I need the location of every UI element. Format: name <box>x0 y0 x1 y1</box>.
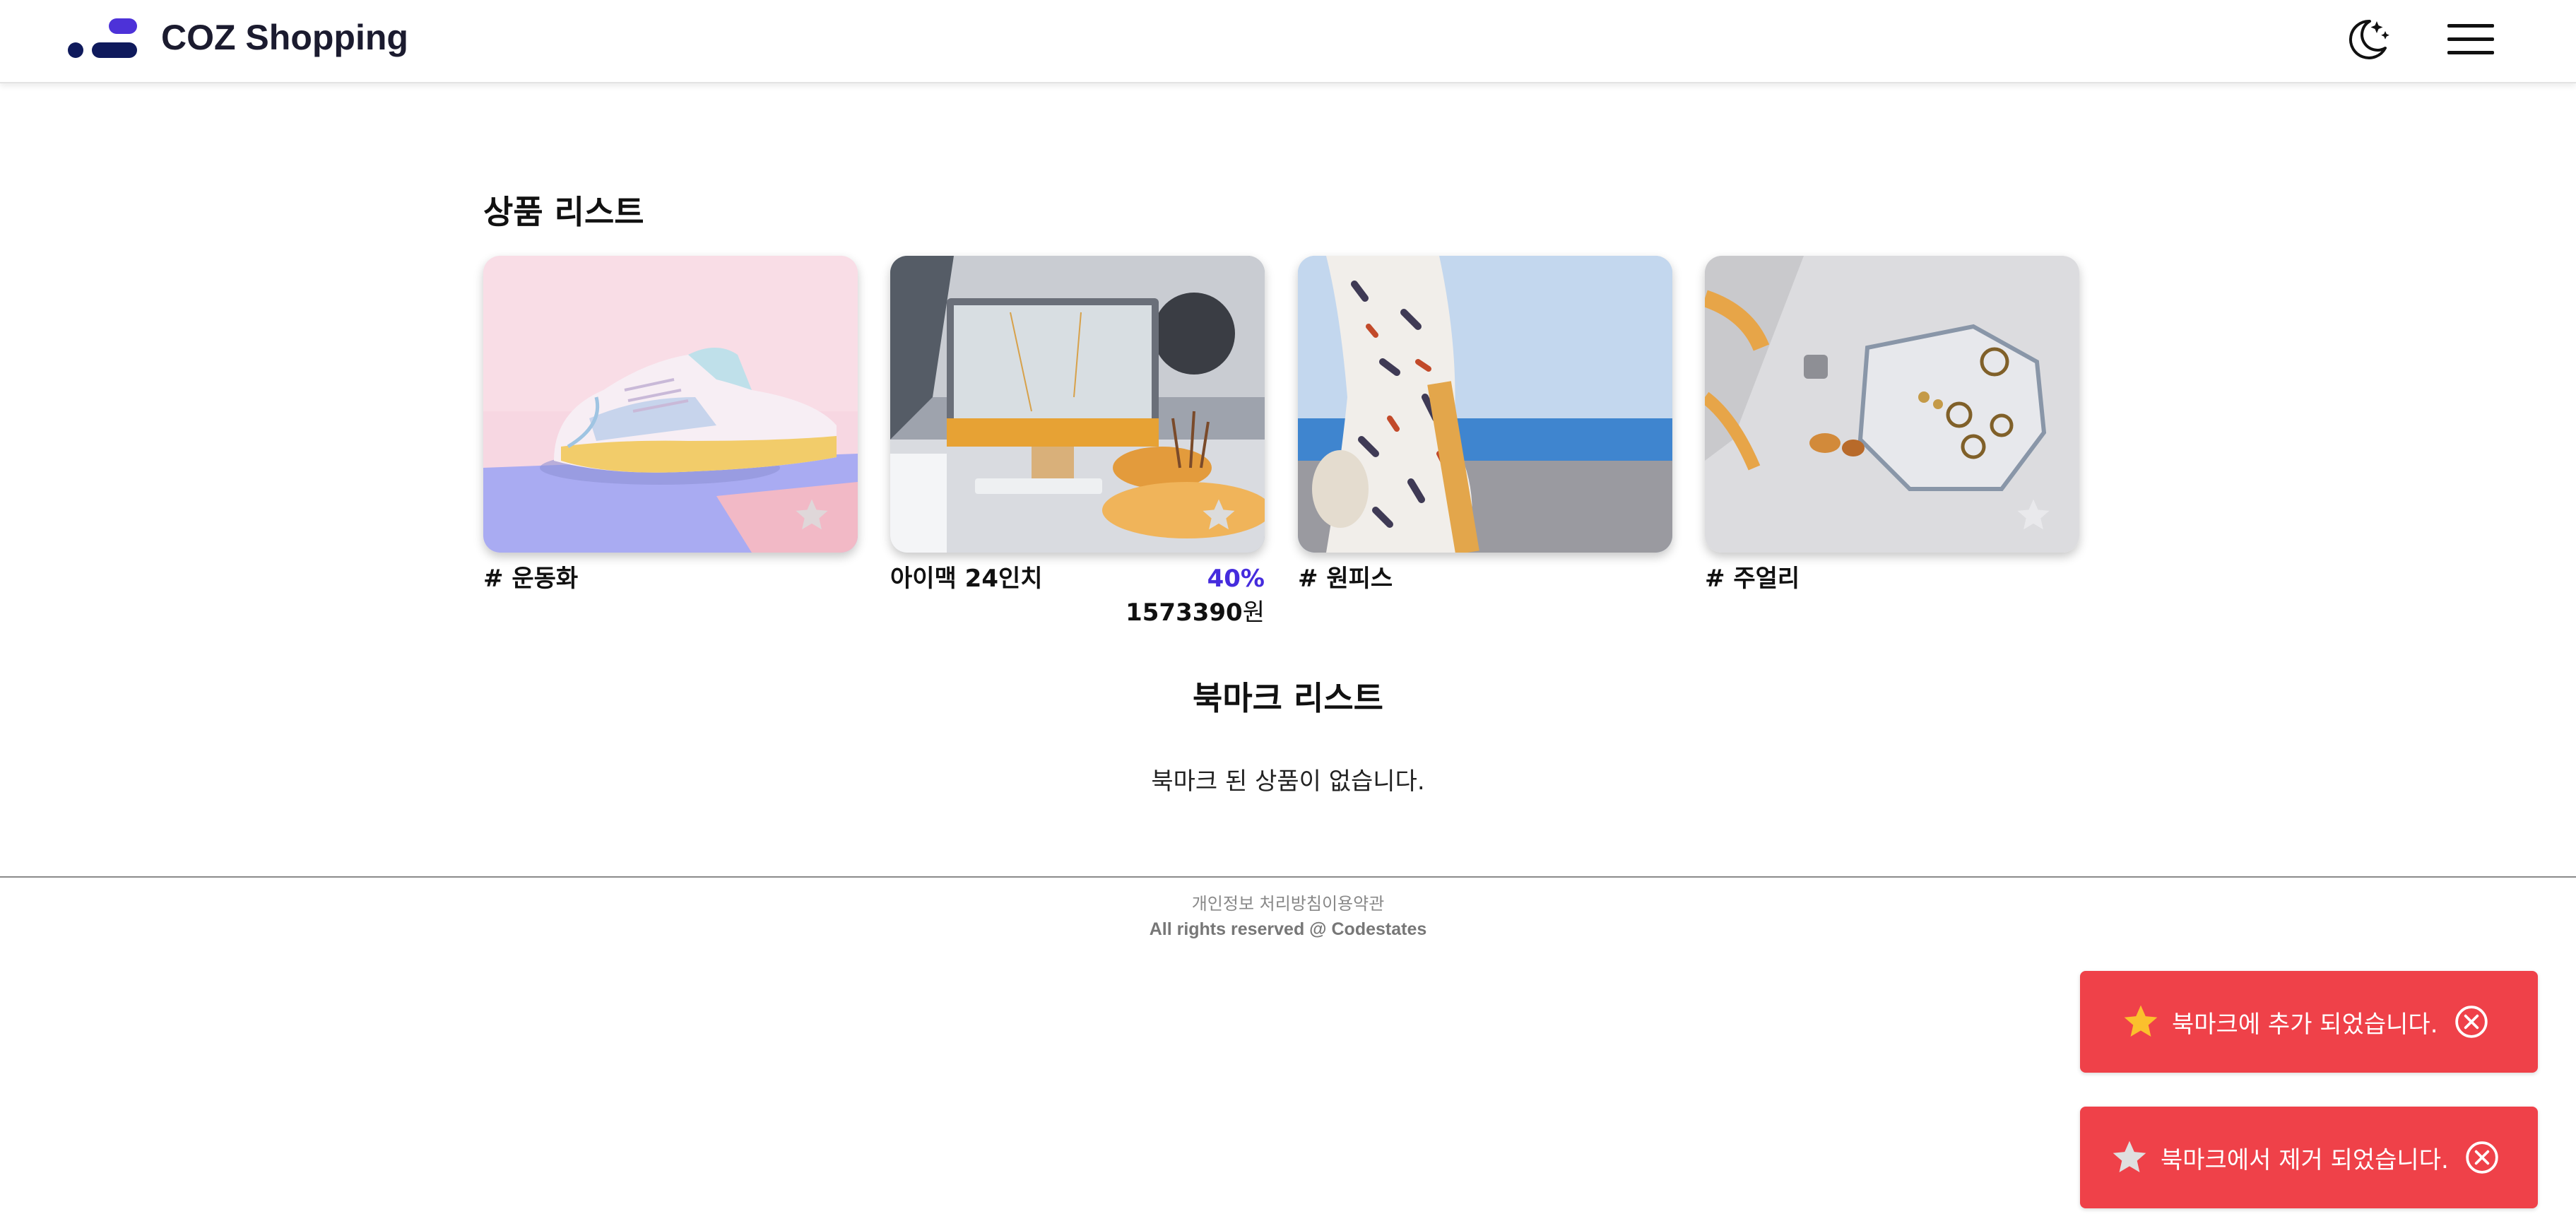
product-category-label: # 주얼리 <box>1705 565 1800 593</box>
product-category-label: # 원피스 <box>1298 565 1393 593</box>
hamburger-menu-icon <box>2447 24 2494 54</box>
bookmark-empty-message: 북마크 된 상품이 없습니다. <box>1151 767 1425 796</box>
toast-message: 북마크에 추가 되었습니다. <box>2172 1010 2438 1039</box>
toast-bookmark-added[interactable]: 북마크에 추가 되었습니다. <box>2080 971 2538 1073</box>
product-list-title: 상품 리스트 <box>483 193 644 231</box>
star-filled-icon <box>2124 1005 2158 1037</box>
footer-divider <box>0 876 2576 878</box>
price-value: 1573390 <box>1125 599 1243 627</box>
footer-copyright: All rights reserved @ Codestates <box>1149 919 1427 939</box>
top-header: COZ Shopping <box>0 0 2576 83</box>
product-card[interactable]: # 원피스 <box>1298 256 1672 601</box>
bookmark-star-icon[interactable] <box>793 496 831 534</box>
discount-label: 40% <box>1207 565 1265 593</box>
price-unit: 원 <box>1242 599 1265 627</box>
product-image[interactable] <box>1705 256 2079 553</box>
toast-message: 북마크에서 제거 되었습니다. <box>2161 1145 2449 1174</box>
product-category-label: # 운동화 <box>483 565 579 593</box>
hamburger-menu-button[interactable] <box>2442 10 2501 69</box>
product-card[interactable]: # 주얼리 <box>1705 256 2079 601</box>
product-card[interactable]: 아이맥 24인치 40% 1573390원 <box>890 256 1265 627</box>
bookmark-star-icon[interactable] <box>1200 496 1238 534</box>
price-label: 1573390원 <box>1125 595 1265 630</box>
theme-toggle-button[interactable] <box>2337 10 2397 69</box>
footer-links[interactable]: 개인정보 처리방침이용약관 <box>0 892 2576 916</box>
product-image[interactable] <box>483 256 858 553</box>
star-filled-icon <box>2113 1141 2146 1172</box>
product-name-label: 아이맥 24인치 <box>890 565 1043 593</box>
brand-name[interactable]: COZ Shopping <box>161 16 408 59</box>
product-card[interactable]: # 운동화 <box>483 256 858 601</box>
toast-bookmark-removed[interactable]: 북마크에서 제거 되었습니다. <box>2080 1107 2538 1208</box>
moon-stars-icon <box>2348 19 2389 59</box>
bookmark-list-title: 북마크 리스트 <box>1193 679 1383 717</box>
close-circle-icon[interactable] <box>2464 1140 2500 1175</box>
product-image[interactable] <box>1298 256 1672 553</box>
close-circle-icon[interactable] <box>2454 1004 2489 1039</box>
product-image[interactable] <box>890 256 1265 553</box>
coz-logo-icon[interactable] <box>66 18 144 61</box>
bookmark-star-icon[interactable] <box>2014 496 2052 534</box>
